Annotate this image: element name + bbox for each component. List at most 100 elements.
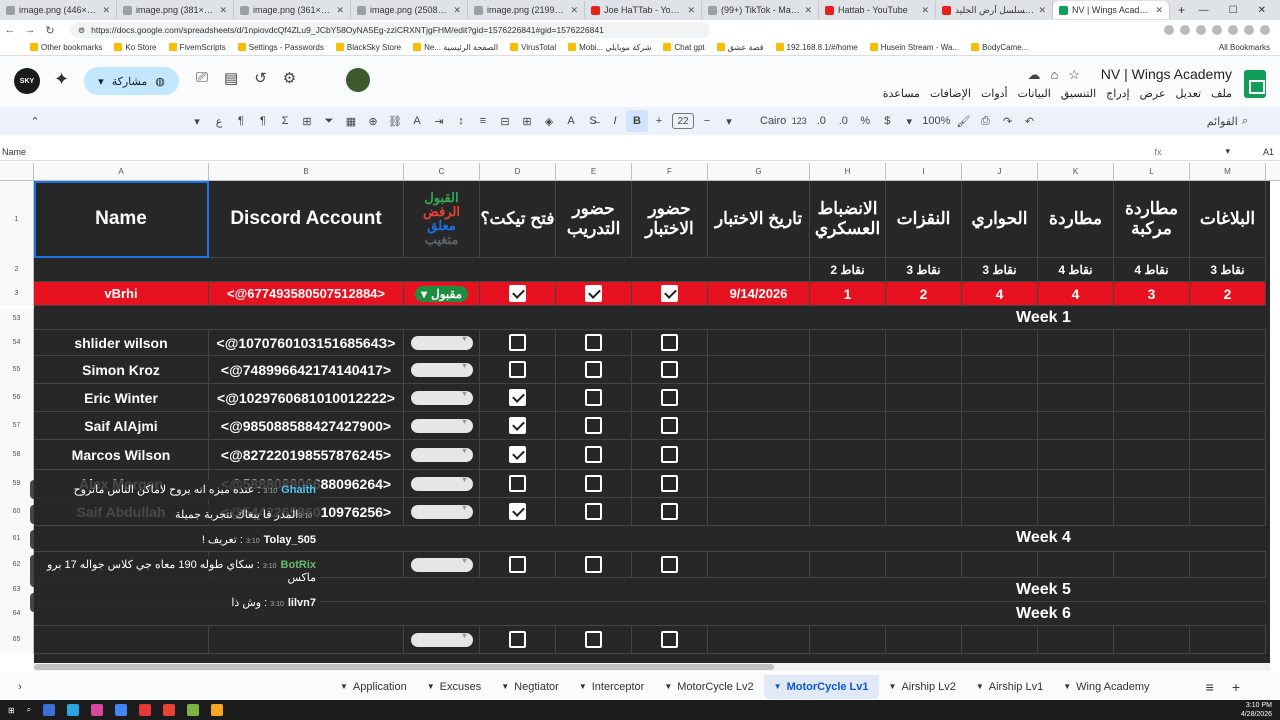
header-moves[interactable]: النقزات — [886, 181, 962, 258]
row-header[interactable]: 63 — [0, 578, 34, 602]
ticket-checkbox-cell[interactable] — [480, 330, 556, 356]
menu-item[interactable]: ملف — [1211, 87, 1232, 100]
fill-color-icon[interactable]: ◈ — [538, 110, 560, 132]
empty-cell[interactable] — [810, 470, 886, 498]
empty-status-dropdown[interactable] — [410, 389, 473, 405]
chevron-down-icon[interactable]: ▼ — [664, 682, 672, 691]
chat-username[interactable]: Ghaith — [281, 484, 316, 496]
attendance-checkbox-cell[interactable] — [632, 330, 708, 356]
header-open-ticket[interactable]: فتح تيكت؟ — [480, 181, 556, 258]
taskbar-app-icon[interactable] — [211, 704, 224, 716]
chevron-down-icon[interactable]: ▼ — [340, 682, 348, 691]
extension-icon[interactable] — [1260, 25, 1270, 35]
column-header-e[interactable]: E — [556, 163, 632, 181]
menu-item[interactable]: البيانات — [1018, 87, 1051, 100]
attendance-checkbox-cell[interactable] — [556, 440, 632, 470]
attendance-checkbox-cell[interactable] — [556, 498, 632, 526]
member-name[interactable]: Simon Kroz — [34, 356, 209, 384]
redo-icon[interactable]: ↷ — [996, 110, 1018, 132]
forward-icon[interactable]: → — [20, 24, 40, 36]
bookmark-item[interactable]: Chat gpt — [663, 43, 704, 52]
row-header[interactable]: 54 — [0, 330, 34, 356]
scrollbar-thumb[interactable] — [34, 664, 774, 670]
row-header[interactable]: 3 — [0, 282, 34, 306]
taskbar-app-icon[interactable] — [163, 704, 176, 716]
taskbar-app-icon[interactable] — [115, 704, 128, 716]
avatar[interactable]: SKY — [14, 68, 40, 94]
column-header-l[interactable]: L — [1114, 163, 1190, 181]
header-name[interactable]: Name — [34, 181, 209, 258]
chevron-down-icon[interactable]: ▼ — [501, 682, 509, 691]
empty-cell[interactable] — [1114, 440, 1190, 470]
member-name[interactable]: vBrhi — [34, 282, 209, 306]
taskbar-app-icon[interactable] — [139, 704, 152, 716]
checkbox-checked[interactable] — [509, 389, 526, 406]
history-icon[interactable]: ↺ — [254, 69, 267, 87]
attendance-checkbox-cell[interactable] — [556, 412, 632, 440]
empty-cell[interactable] — [1114, 356, 1190, 384]
checkbox-unchecked[interactable] — [661, 361, 678, 378]
column-header-m[interactable]: M — [1190, 163, 1266, 181]
menu-item[interactable]: مساعدة — [883, 87, 920, 100]
checkbox-unchecked[interactable] — [661, 446, 678, 463]
empty-cell[interactable] — [886, 384, 962, 412]
member-discord[interactable]: <@748996642174140417> — [209, 356, 404, 384]
checkbox-unchecked[interactable] — [585, 446, 602, 463]
header-discord-account[interactable]: Discord Account — [209, 181, 404, 258]
browser-tab[interactable]: (99+) TikTok - Make Your Day✕ — [702, 1, 819, 19]
empty-cell[interactable] — [708, 552, 810, 578]
more-formats-button[interactable]: 123 — [788, 110, 810, 132]
chat-username[interactable]: Tolay_505 — [264, 534, 316, 546]
empty-cell[interactable] — [886, 626, 962, 654]
row-header[interactable]: 65 — [0, 626, 34, 654]
filter-icon[interactable]: ⏷ — [318, 110, 340, 132]
checkbox-checked[interactable] — [585, 285, 602, 302]
chevron-down-icon[interactable]: ▾ — [186, 110, 208, 132]
extension-icon[interactable] — [1212, 25, 1222, 35]
empty-cell[interactable] — [810, 412, 886, 440]
header-dialogue[interactable]: الحواري — [962, 181, 1038, 258]
score-value[interactable]: 2 — [1190, 282, 1266, 306]
sheet-tab[interactable]: ▼ Wing Academy — [1053, 675, 1159, 699]
share-button[interactable]: ▾ مشاركة ◍ — [84, 67, 179, 95]
empty-cell[interactable] — [34, 626, 209, 654]
browser-tab[interactable]: أخيرا وصلنا لمسلسل أرض الجليد ✕ — [936, 1, 1053, 19]
empty-cell[interactable] — [1190, 470, 1266, 498]
column-header-b[interactable]: B — [209, 163, 404, 181]
header-test-attendance[interactable]: حضور الاختبار — [632, 181, 708, 258]
checkbox-unchecked[interactable] — [585, 389, 602, 406]
checkbox-unchecked[interactable] — [585, 361, 602, 378]
close-tab-icon[interactable]: ✕ — [453, 5, 461, 16]
bookmark-item[interactable]: VirusTotal — [510, 43, 556, 52]
valign-icon[interactable]: ↕ — [450, 110, 472, 132]
empty-cell[interactable] — [810, 330, 886, 356]
menu-item[interactable]: التنسيق — [1061, 87, 1096, 100]
empty-status-dropdown[interactable] — [410, 503, 473, 519]
header-combo-chase[interactable]: مطاردة مركبة — [1114, 181, 1190, 258]
menus-search-button[interactable]: القوائم ⌕ — [1205, 110, 1250, 132]
print-icon[interactable]: ⎙ — [974, 110, 996, 132]
column-header-d[interactable]: D — [480, 163, 556, 181]
reload-icon[interactable]: ↻ — [40, 24, 60, 37]
browser-tab[interactable]: image.png (381×680) ✕ — [117, 1, 234, 19]
attendance-checkbox-cell[interactable] — [556, 552, 632, 578]
attendance-checkbox-cell[interactable] — [556, 330, 632, 356]
attendance-checkbox-cell[interactable] — [556, 626, 632, 654]
empty-cell[interactable] — [708, 330, 810, 356]
chevron-down-icon[interactable]: ▾ — [898, 110, 920, 132]
checkbox-unchecked[interactable] — [661, 475, 678, 492]
empty-cell[interactable] — [708, 384, 810, 412]
star-icon[interactable]: ☆ — [1068, 67, 1080, 83]
empty-cell[interactable] — [962, 552, 1038, 578]
empty-cell[interactable] — [886, 330, 962, 356]
empty-cell[interactable] — [708, 470, 810, 498]
checkbox-unchecked[interactable] — [661, 334, 678, 351]
attendance-checkbox-cell[interactable] — [632, 552, 708, 578]
sheet-tab[interactable]: ▼ Excuses — [417, 675, 492, 699]
member-discord[interactable]: <@107076010315168564З> — [209, 330, 404, 356]
row-header[interactable]: 1 — [0, 181, 34, 258]
header-reports[interactable]: البلاغات — [1190, 181, 1266, 258]
ticket-checkbox-cell[interactable] — [480, 440, 556, 470]
increase-font-icon[interactable]: + — [648, 110, 670, 132]
empty-cell[interactable] — [708, 440, 810, 470]
